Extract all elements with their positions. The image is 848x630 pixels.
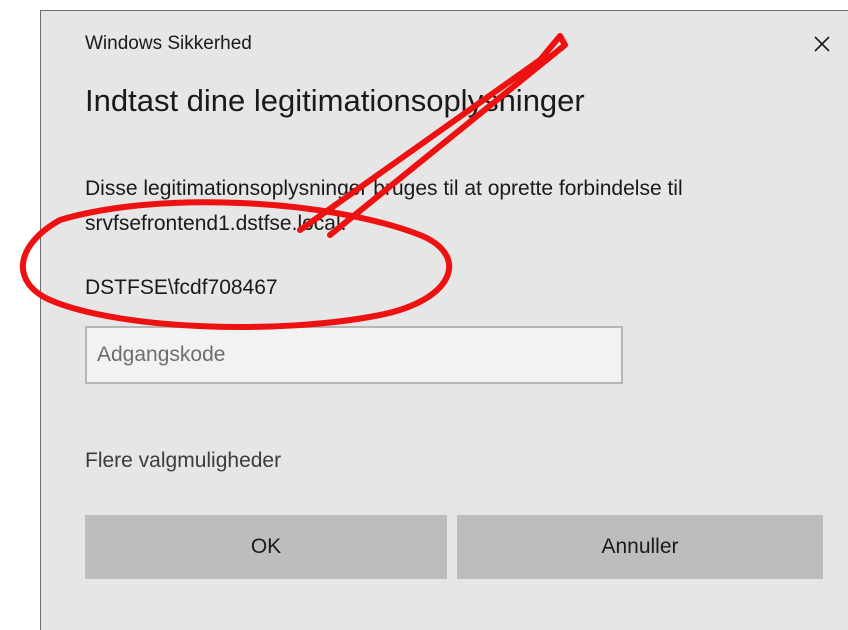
close-icon [814,36,830,52]
ok-button[interactable]: OK [85,515,447,579]
dialog-app-title: Windows Sikkerhed [85,33,252,54]
credential-dialog: Windows Sikkerhed Indtast dine legitimat… [40,10,848,630]
cancel-button[interactable]: Annuller [457,515,823,579]
username-label: DSTFSE\fcdf708467 [85,276,278,299]
password-input[interactable] [85,326,623,384]
close-button[interactable] [805,27,839,61]
dialog-description: Disse legitimationsoplysninger bruges ti… [85,177,683,235]
more-options-link[interactable]: Flere valgmuligheder [85,449,281,473]
dialog-heading: Indtast dine legitimationsoplysninger [85,83,585,118]
